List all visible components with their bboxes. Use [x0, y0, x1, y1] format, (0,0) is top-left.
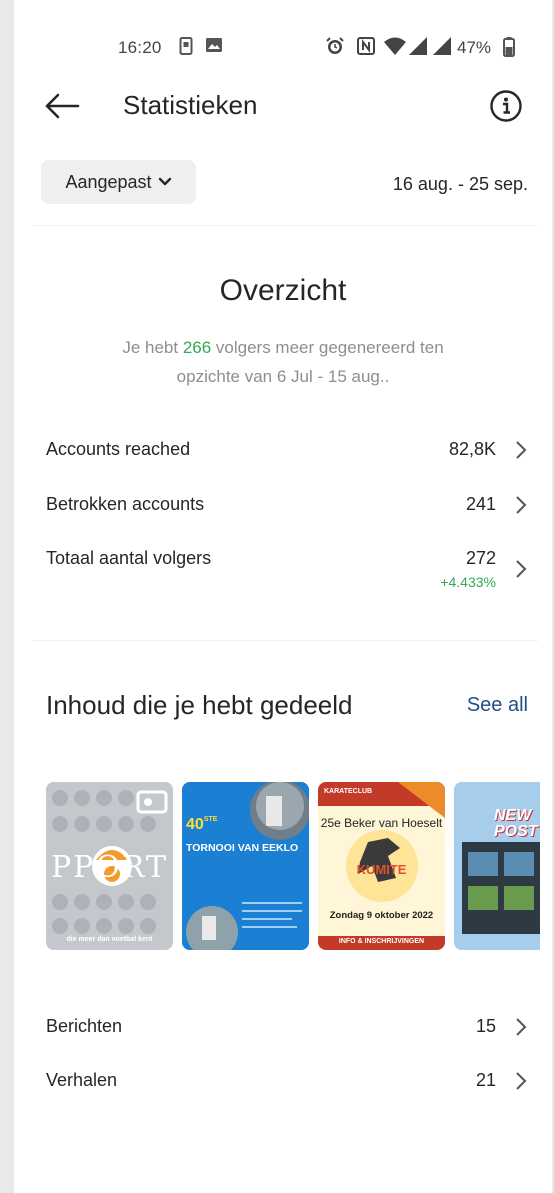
- thumbnail-2-title: TORNOOI VAN EEKLO: [186, 842, 299, 854]
- chevron-right-icon: [516, 441, 527, 459]
- status-bar: 16:20 47%: [14, 30, 552, 64]
- stat-label: Verhalen: [46, 1070, 118, 1090]
- wifi-icon: [384, 37, 406, 55]
- date-range-dropdown-label: Aangepast: [65, 171, 152, 192]
- summary-follower-count: 266: [182, 338, 212, 357]
- stat-row-stories[interactable]: Verhalen 21: [46, 1064, 528, 1100]
- stat-row-engaged-accounts[interactable]: Betrokken accounts 241: [46, 488, 528, 524]
- thumbnail-3-title: 25e Beker van Hoeselt: [320, 816, 443, 830]
- overview-summary: Je hebt 266 volgers meer gegenereerd ten…: [94, 333, 472, 391]
- content-thumbnail-1[interactable]: PPORT die meer dan voetbal kent: [46, 782, 173, 950]
- thumbnail-3-kumite: KUMITE: [356, 862, 407, 877]
- divider: [32, 640, 538, 641]
- content-thumbnail-4[interactable]: NEW POST: [454, 782, 540, 950]
- battery-icon: [503, 37, 515, 57]
- stat-value: 82,8K: [448, 439, 496, 459]
- thumbnail-2-artwork: [182, 782, 309, 950]
- thumbnail-4-title: NEW POST: [494, 807, 538, 840]
- stat-label: Totaal aantal volgers: [46, 548, 212, 568]
- phone-notification-icon: [179, 37, 193, 55]
- stat-label: Accounts reached: [46, 439, 191, 459]
- thumbnail-2-number-value: 40: [186, 816, 204, 833]
- phone-screen: 16:20 47% Statistieken Aangepast 16 aug.…: [14, 0, 552, 1193]
- thumbnail-3-club: KARATECLUB: [324, 788, 373, 795]
- battery-percentage: 47%: [457, 38, 492, 57]
- signal-icon-1: [409, 37, 427, 55]
- chevron-down-icon: [158, 177, 171, 186]
- content-section-title: Inhoud die je hebt gedeeld: [46, 690, 353, 720]
- summary-suffix: volgers meer gegenereerd ten opzichte va…: [176, 338, 444, 386]
- stat-value: 21: [475, 1070, 496, 1090]
- summary-prefix: Je hebt: [122, 338, 183, 357]
- status-time: 16:20: [118, 38, 162, 57]
- nfc-icon: [357, 37, 375, 55]
- stat-label: Betrokken accounts: [46, 494, 205, 514]
- signal-icon-2: [433, 37, 451, 55]
- stat-value: 241: [465, 494, 496, 514]
- thumbnail-1-title: PPORT: [50, 850, 169, 885]
- divider: [32, 225, 538, 226]
- gallery-notification-icon: [206, 38, 222, 52]
- thumbnail-1-caption: die meer dan voetbal kent: [66, 936, 153, 943]
- stat-row-total-followers[interactable]: Totaal aantal volgers 272 +4.433%: [46, 542, 528, 592]
- chevron-right-icon: [516, 1072, 527, 1090]
- chevron-right-icon: [516, 560, 527, 578]
- chevron-right-icon: [516, 496, 527, 514]
- thumbnail-2-number-suffix: STE: [203, 816, 218, 823]
- chevron-right-icon: [516, 1018, 527, 1036]
- stat-row-posts[interactable]: Berichten 15: [46, 1010, 528, 1046]
- thumbnail-2-number: 40STE: [186, 816, 217, 834]
- content-thumbnail-2[interactable]: 40STE TORNOOI VAN EEKLO: [182, 782, 309, 950]
- stat-change: +4.433%: [440, 574, 496, 590]
- stat-row-accounts-reached[interactable]: Accounts reached 82,8K: [46, 433, 528, 469]
- back-arrow-icon[interactable]: [44, 92, 80, 120]
- stat-value: 15: [475, 1016, 496, 1036]
- thumbnail-3-footer: INFO & INSCHRIJVINGEN: [338, 938, 425, 945]
- date-range-dropdown[interactable]: Aangepast: [41, 160, 196, 204]
- alarm-icon: [326, 37, 344, 54]
- overview-title: Overzicht: [219, 274, 347, 307]
- stat-label: Berichten: [46, 1016, 123, 1036]
- stat-value: 272: [465, 548, 496, 568]
- date-range-text: 16 aug. - 25 sep.: [392, 174, 528, 194]
- page-title: Statistieken: [123, 90, 258, 120]
- content-thumbnail-3[interactable]: KARATECLUB 25e Beker van Hoeselt KUMITE …: [318, 782, 445, 950]
- thumbnail-3-date: Zondag 9 oktober 2022: [329, 910, 434, 921]
- see-all-link[interactable]: See all: [467, 694, 528, 717]
- info-icon[interactable]: [489, 89, 523, 123]
